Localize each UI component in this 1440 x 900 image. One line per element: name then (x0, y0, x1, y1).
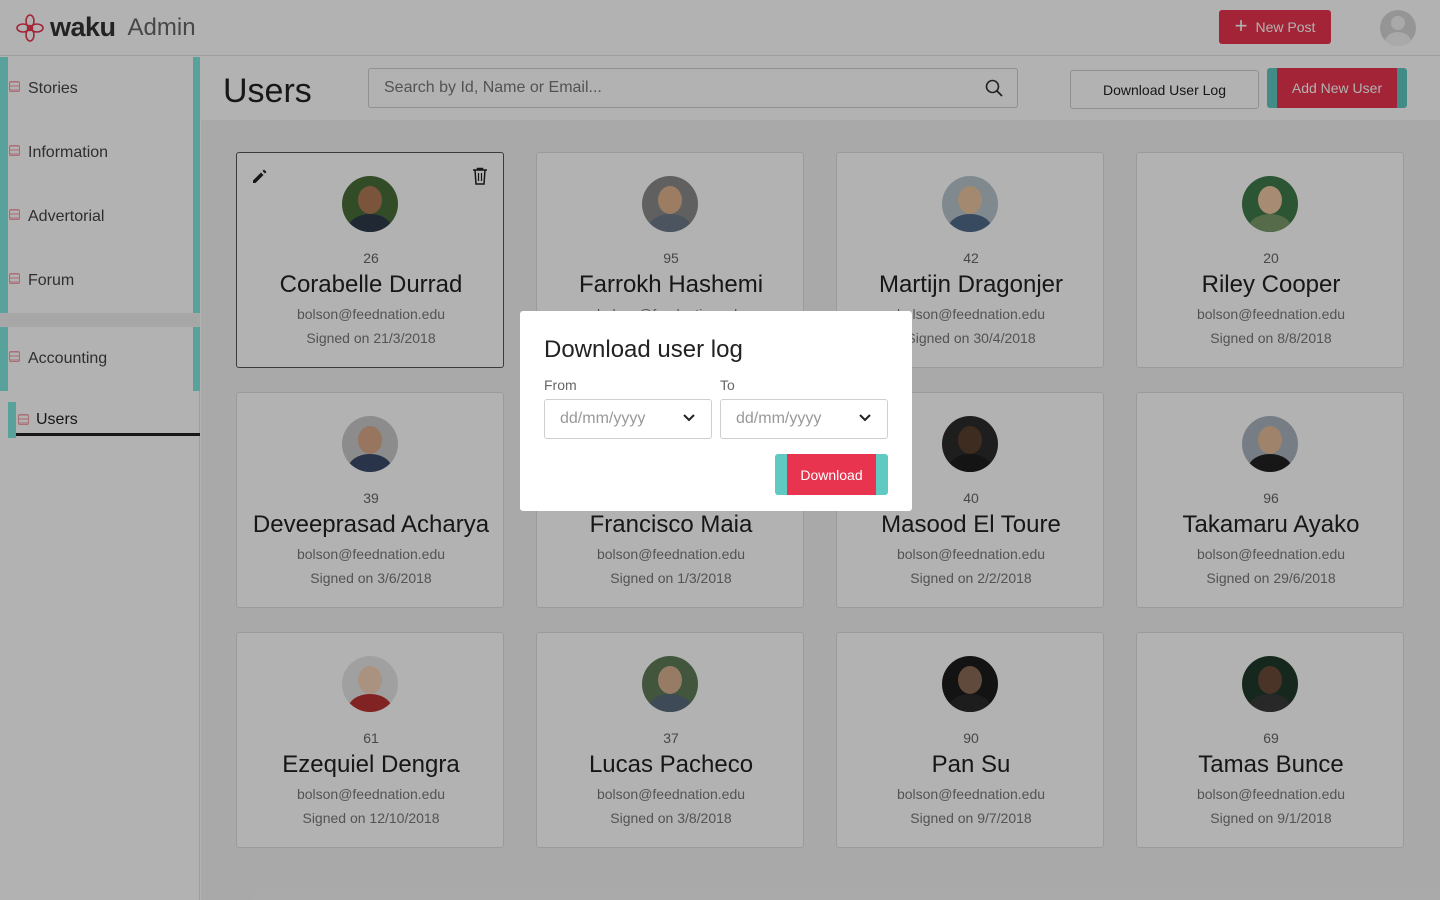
from-date-placeholder: dd/mm/yyyy (560, 410, 646, 427)
to-date-select[interactable]: dd/mm/yyyy (720, 399, 888, 439)
download-highlight: Download (775, 454, 888, 495)
chevron-down-icon (683, 414, 695, 422)
from-date-select[interactable]: dd/mm/yyyy (544, 399, 712, 439)
download-button[interactable]: Download (787, 454, 876, 495)
dialog-title: Download user log (544, 336, 743, 363)
to-label: To (720, 377, 735, 393)
from-label: From (544, 377, 577, 393)
download-log-dialog: Download user log From To dd/mm/yyyy dd/… (520, 311, 912, 511)
to-date-placeholder: dd/mm/yyyy (736, 410, 822, 427)
chevron-down-icon (859, 414, 871, 422)
